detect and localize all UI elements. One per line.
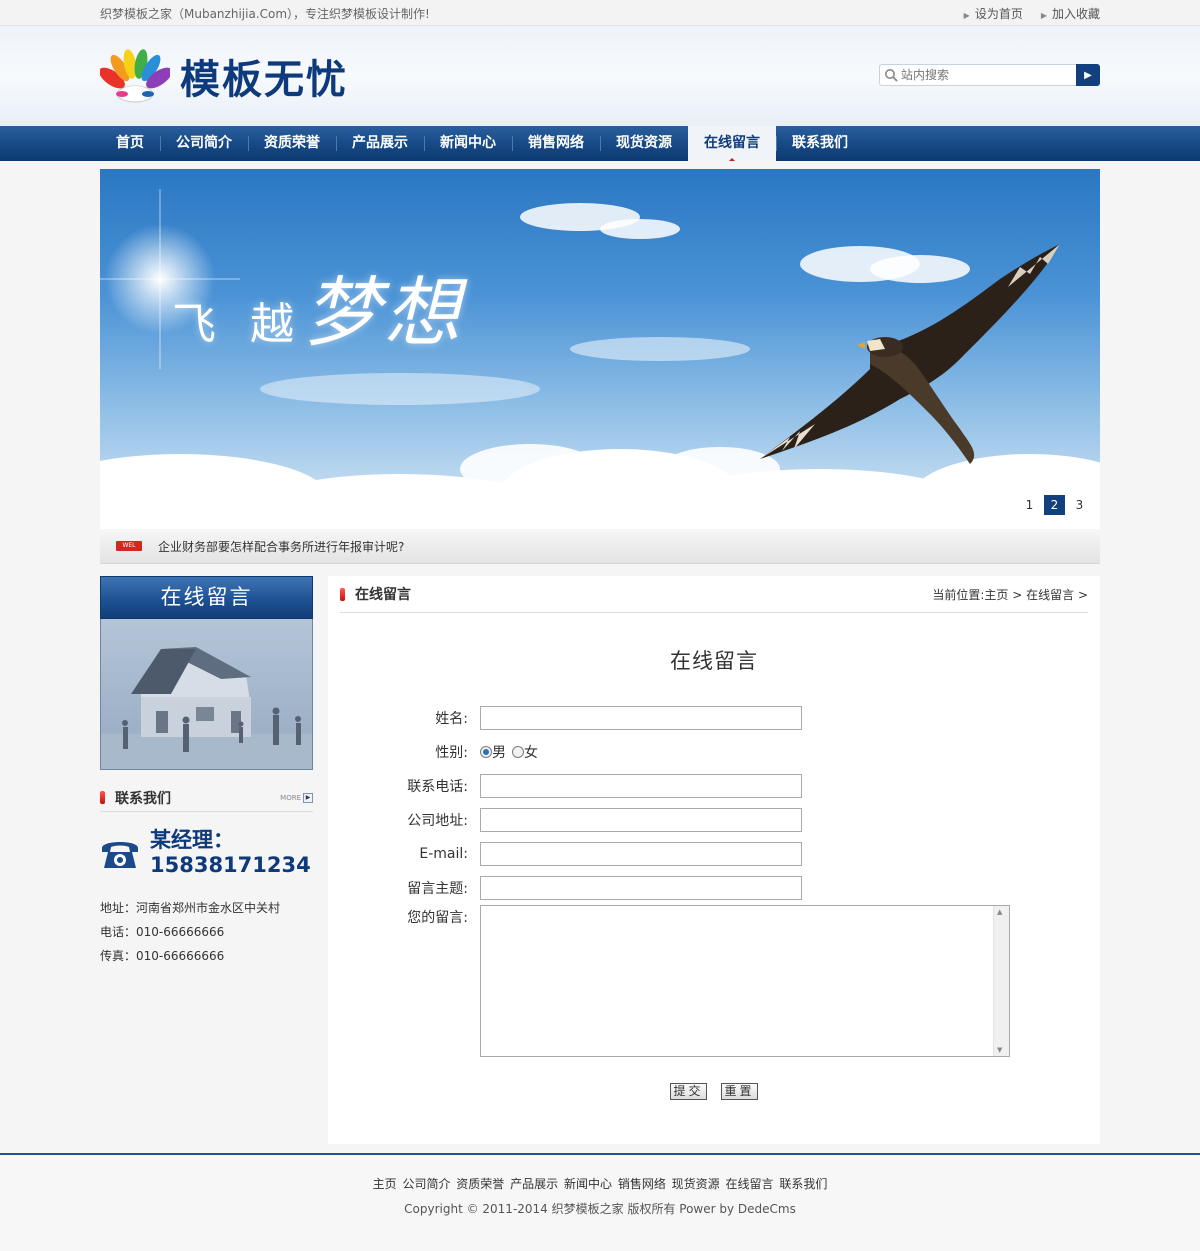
house-picture <box>101 647 312 769</box>
footer-link-honors[interactable]: 资质荣誉 <box>456 1177 504 1191</box>
breadcrumb-current[interactable]: 在线留言 <box>1026 588 1074 602</box>
contact-tel: 电话：010-66666666 <box>100 925 225 939</box>
contact-section-header: 联系我们 MORE ▶ <box>100 784 313 812</box>
footer-link-stock[interactable]: 现货资源 <box>672 1177 720 1191</box>
manager-name: 某经理： <box>150 828 234 852</box>
set-home-link[interactable]: ▶ 设为首页 <box>964 5 1023 22</box>
form-buttons: 提交 重置 <box>340 1083 1088 1100</box>
main-nav: 首页 公司简介 资质荣誉 产品展示 新闻中心 销售网络 现货资源 在线留言 联系… <box>0 126 1200 161</box>
nav-item-honors[interactable]: 资质荣誉 <box>248 126 336 161</box>
contact-manager: 某经理： 15838171234 <box>100 828 313 878</box>
nav-item-products[interactable]: 产品展示 <box>336 126 424 161</box>
contact-details: 地址：河南省郑州市金水区中关村 电话：010-66666666 传真：010-6… <box>100 896 313 968</box>
notice-text[interactable]: 企业财务部要怎样配合事务所进行年报审计呢? <box>158 538 404 555</box>
peacock-logo-icon <box>100 49 170 103</box>
submit-button[interactable]: 提交 <box>670 1083 707 1100</box>
more-link[interactable]: MORE ▶ <box>280 792 313 803</box>
welcome-badge: WEL <box>116 541 142 551</box>
footer-links: 主页 公司简介 资质荣誉 产品展示 新闻中心 销售网络 现货资源 在线留言 联系… <box>0 1175 1200 1192</box>
gender-male-radio[interactable] <box>480 746 492 758</box>
content-panel: 在线留言 当前位置:主页 > 在线留言 > 在线留言 姓名: 性别: 男 女 联… <box>328 576 1100 1144</box>
sidebar: 在线留言 联系我们 MORE ▶ 某经理： 15838171234 地址：河南省… <box>100 576 313 1144</box>
nav-item-about[interactable]: 公司简介 <box>160 126 248 161</box>
arrow-right-icon: ▶ <box>1084 69 1092 81</box>
search-box <box>879 64 1076 86</box>
footer-link-home[interactable]: 主页 <box>373 1177 397 1191</box>
gender-female-radio[interactable] <box>512 746 524 758</box>
red-marker-icon <box>340 587 345 601</box>
email-input[interactable] <box>480 842 802 866</box>
arrow-right-icon: ▶ <box>963 10 970 20</box>
search-icon <box>885 69 898 82</box>
footer-link-news[interactable]: 新闻中心 <box>564 1177 612 1191</box>
contact-address: 地址：河南省郑州市金水区中关村 <box>100 901 281 915</box>
sidebar-heading: 在线留言 <box>100 576 313 619</box>
nav-item-stock[interactable]: 现货资源 <box>600 126 688 161</box>
red-marker-icon <box>100 791 105 804</box>
message-textarea[interactable] <box>480 905 1010 1057</box>
site-slogan: 织梦模板之家（Mubanzhijia.Com），专注织梦模板设计制作! <box>100 6 430 21</box>
copyright: Copyright © 2011-2014 织梦模板之家 版权所有 Power … <box>404 1202 796 1216</box>
hero-banner: 飞 越梦想 1 2 3 <box>100 169 1100 529</box>
top-links: ▶ 设为首页 ▶ 加入收藏 <box>964 5 1100 22</box>
banner-title: 飞 越梦想 <box>172 268 464 357</box>
address-input[interactable] <box>480 808 802 832</box>
footer-link-sales-network[interactable]: 销售网络 <box>618 1177 666 1191</box>
phone-label: 联系电话: <box>407 779 468 795</box>
subject-input[interactable] <box>480 876 802 900</box>
sidebar-house-image <box>100 619 313 770</box>
message-label: 您的留言: <box>407 910 468 926</box>
arrow-right-icon: ▶ <box>1040 10 1047 20</box>
textarea-scrollbar[interactable] <box>993 906 1009 1056</box>
footer-link-contact[interactable]: 联系我们 <box>779 1177 827 1191</box>
logo[interactable]: 模板无忧 <box>100 47 348 105</box>
notice-bar: WEL 企业财务部要怎样配合事务所进行年报审计呢? <box>100 529 1100 564</box>
add-favorite-link[interactable]: ▶ 加入收藏 <box>1041 5 1100 22</box>
guestbook-form: 姓名: 性别: 男 女 联系电话: 公司地址: E-mail: 留言主题: 您的… <box>340 701 1088 1100</box>
form-title: 在线留言 <box>670 649 758 673</box>
content-section-title: 在线留言 <box>355 587 411 603</box>
contact-fax: 传真：010-66666666 <box>100 949 225 963</box>
email-label: E-mail: <box>419 846 468 862</box>
nav-item-contact[interactable]: 联系我们 <box>776 126 864 161</box>
play-arrow-icon: ▶ <box>303 792 313 803</box>
banner-page-1[interactable]: 1 <box>1019 495 1040 515</box>
banner-pager: 1 2 3 <box>1019 495 1090 515</box>
manager-phone: 15838171234 <box>150 853 311 877</box>
subject-label: 留言主题: <box>407 881 468 897</box>
telephone-icon <box>102 842 138 868</box>
main-area: 在线留言 联系我们 MORE ▶ 某经理： 15838171234 地址：河南省… <box>100 576 1100 1144</box>
site-search: ▶ <box>879 64 1100 86</box>
search-button[interactable]: ▶ <box>1076 64 1100 86</box>
name-label: 姓名: <box>435 711 468 727</box>
gender-radio-group: 男 女 <box>480 742 538 762</box>
footer-link-products[interactable]: 产品展示 <box>510 1177 558 1191</box>
address-label: 公司地址: <box>407 813 468 829</box>
name-input[interactable] <box>480 706 802 730</box>
nav-item-guestbook[interactable]: 在线留言 <box>688 126 776 161</box>
nav-item-news[interactable]: 新闻中心 <box>424 126 512 161</box>
gender-label: 性别: <box>435 745 468 761</box>
breadcrumb: 当前位置:主页 > 在线留言 > <box>932 587 1088 602</box>
nav-item-sales-network[interactable]: 销售网络 <box>512 126 600 161</box>
footer-link-guestbook[interactable]: 在线留言 <box>726 1177 774 1191</box>
logo-text: 模板无忧 <box>180 57 348 103</box>
reset-button[interactable]: 重置 <box>721 1083 758 1100</box>
breadcrumb-home[interactable]: 主页 <box>984 588 1008 602</box>
content-header: 在线留言 当前位置:主页 > 在线留言 > <box>340 576 1088 613</box>
banner-page-2[interactable]: 2 <box>1044 495 1065 515</box>
phone-input[interactable] <box>480 774 802 798</box>
top-bar: 织梦模板之家（Mubanzhijia.Com），专注织梦模板设计制作! ▶ 设为首… <box>0 0 1200 26</box>
footer-link-about[interactable]: 公司简介 <box>402 1177 450 1191</box>
contact-section-title: 联系我们 <box>115 790 171 807</box>
footer: 主页 公司简介 资质荣誉 产品展示 新闻中心 销售网络 现货资源 在线留言 联系… <box>0 1153 1200 1251</box>
nav-item-home[interactable]: 首页 <box>100 126 160 161</box>
header: 模板无忧 ▶ <box>0 26 1200 126</box>
search-input[interactable] <box>901 68 1071 82</box>
banner-page-3[interactable]: 3 <box>1069 495 1090 515</box>
